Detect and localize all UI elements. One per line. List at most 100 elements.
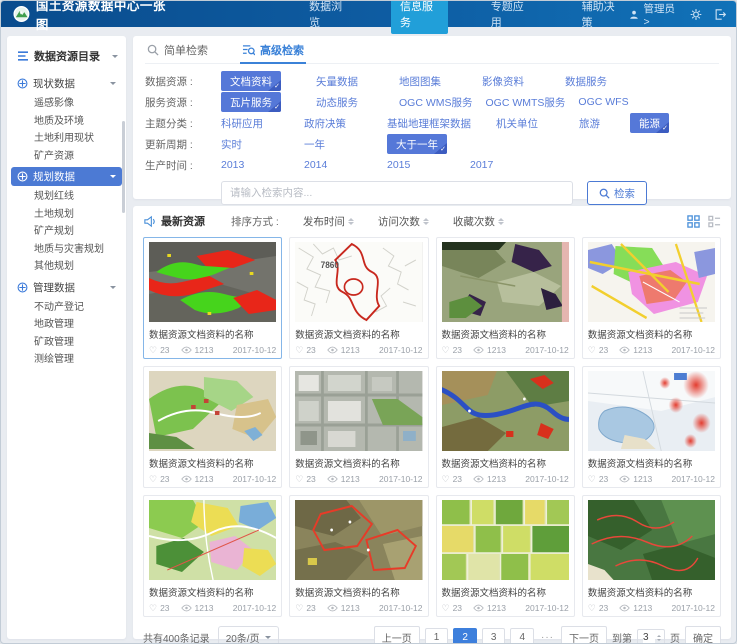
sidebar-item-geo-disaster-planning[interactable]: 地质与灾害规划 (7, 241, 126, 259)
results-footer: 共有400条记录 20条/页 上一页 1 2 3 4 ··· 下一页 到第 (133, 617, 731, 644)
filter-option[interactable]: 2014 (304, 159, 374, 171)
sidebar-item-real-estate-registration[interactable]: 不动产登记 (7, 299, 126, 317)
sidebar-item-other-planning[interactable]: 其他规划 (7, 258, 126, 276)
resource-card[interactable]: 数据资源文档资料的名称 ♡23 1213 2017-10-12 (436, 237, 575, 359)
sidebar-item-mineral-resources[interactable]: 矿产资源 (7, 148, 126, 166)
nav-item-data-browse[interactable]: 数据浏览 (300, 0, 357, 34)
resource-card[interactable]: 数据资源文档资料的名称 ♡23 1213 2017-10-12 (436, 495, 575, 617)
card-date: 2017-10-12 (672, 345, 715, 355)
sidebar-item-mining-administration[interactable]: 矿政管理 (7, 334, 126, 352)
filter-option[interactable]: 基础地理框架数据 (387, 116, 483, 131)
search-input[interactable] (221, 181, 573, 205)
next-page-button[interactable]: 下一页 (561, 626, 607, 644)
filter-row-service-type: 服务资源 : 瓦片服务✓ 动态服务 OGC WMS服务 OGC WMTS服务 O… (145, 92, 719, 112)
card-stats: ♡23 1213 2017-10-12 (442, 345, 569, 355)
sidebar-item-surveying-administration[interactable]: 测绘管理 (7, 351, 126, 369)
views-count: 1213 (633, 474, 652, 484)
grid-view-icon[interactable] (687, 215, 700, 228)
nav-item-decision-support[interactable]: 辅助决策 (573, 0, 630, 34)
page-size-select[interactable]: 20条/页 (218, 626, 279, 644)
tab-advanced-search[interactable]: 高级检索 (240, 36, 306, 63)
resource-card[interactable]: 数据资源文档资料的名称 ♡23 1213 2017-10-12 (436, 366, 575, 488)
card-date: 2017-10-12 (525, 603, 568, 613)
spinner-arrows-icon[interactable] (657, 635, 661, 641)
tab-simple-search[interactable]: 简单检索 (145, 36, 210, 63)
page-button-2[interactable]: 2 (453, 628, 477, 644)
likes-count: 23 (306, 345, 315, 355)
settings-gear-icon[interactable] (690, 8, 702, 21)
filter-option[interactable]: OGC WMS服务 (399, 95, 473, 110)
resource-card[interactable]: 数据资源文档资料的名称 ♡23 1213 2017-10-12 (582, 237, 721, 359)
category-icon (17, 282, 28, 293)
main: 简单检索 高级检索 数据资源 : 文档资料✓ 矢量数据 地图图集 (133, 36, 731, 639)
filter-option[interactable]: 科研应用 (221, 116, 291, 131)
resource-card[interactable]: 数据资源文档资料的名称 ♡23 1213 2017-10-12 (143, 366, 282, 488)
resource-card[interactable]: 数据资源文档资料的名称 ♡23 1213 2017-10-12 (582, 366, 721, 488)
filter-option-selected[interactable]: 大于一年✓ (387, 134, 447, 154)
nav-item-thematic-apps[interactable]: 专题应用 (482, 0, 539, 34)
confirm-button[interactable]: 确定 (685, 626, 721, 644)
filter-option-selected[interactable]: 文档资料✓ (221, 71, 281, 91)
card-stats: ♡23 1213 2017-10-12 (149, 603, 276, 613)
card-stats: ♡23 1213 2017-10-12 (442, 603, 569, 613)
likes-icon: ♡ (588, 475, 596, 484)
filter-option[interactable]: 一年 (304, 137, 374, 152)
sidebar-item-planning-redline[interactable]: 规划红线 (7, 188, 126, 206)
eye-icon (619, 475, 630, 483)
user-menu[interactable]: 管理员> (629, 1, 678, 28)
resource-card[interactable]: 7860 数据资源文档资料的名称 ♡23 1213 2017-10-12 (289, 237, 428, 359)
sidebar-scrollbar[interactable] (122, 121, 125, 213)
chevron-down-icon (110, 175, 116, 181)
logout-icon[interactable] (714, 8, 726, 21)
filter-option[interactable]: OGC WFS (578, 96, 648, 108)
sidebar-item-remote-sensing[interactable]: 遥感影像 (7, 95, 126, 113)
filter-option[interactable]: 影像资料 (482, 74, 552, 89)
sort-by-favorite-count[interactable]: 收藏次数 (453, 214, 504, 229)
results-grid: 数据资源文档资料的名称 ♡23 1213 2017-10-12 7860 数据资… (133, 234, 731, 617)
nav-item-info-service[interactable]: 信息服务 (391, 0, 448, 34)
filter-option[interactable]: 2017 (470, 159, 540, 171)
page-button-4[interactable]: 4 (510, 628, 534, 644)
filter-option[interactable]: 2013 (221, 159, 291, 171)
eye-icon (181, 475, 192, 483)
filter-option[interactable]: 2015 (387, 159, 457, 171)
page-button-3[interactable]: 3 (482, 628, 506, 644)
filter-option[interactable]: 动态服务 (316, 95, 386, 110)
sidebar-item-land-planning[interactable]: 土地规划 (7, 206, 126, 224)
filter-option-selected[interactable]: 能源✓ (630, 113, 669, 133)
sidebar-item-mineral-planning[interactable]: 矿产规划 (7, 223, 126, 241)
prev-page-button[interactable]: 上一页 (374, 626, 420, 644)
filter-option[interactable]: 矢量数据 (316, 74, 386, 89)
sidebar-group-current-data[interactable]: 现状数据 (11, 74, 122, 93)
resource-card[interactable]: 数据资源文档资料的名称 ♡23 1213 2017-10-12 (289, 495, 428, 617)
card-thumbnail (149, 371, 276, 451)
sort-by-visit-count[interactable]: 访问次数 (378, 214, 429, 229)
sidebar-item-geology-environment[interactable]: 地质及环境 (7, 113, 126, 131)
sort-by-publish-time[interactable]: 发布时间 (303, 214, 354, 229)
card-title: 数据资源文档资料的名称 (442, 456, 569, 470)
filter-option[interactable]: 实时 (221, 137, 291, 152)
sidebar-item-land-use-status[interactable]: 土地利用现状 (7, 130, 126, 148)
resource-card[interactable]: 数据资源文档资料的名称 ♡23 1213 2017-10-12 (582, 495, 721, 617)
filter-option[interactable]: 地图图集 (399, 74, 469, 89)
filter-option[interactable]: 机关单位 (496, 116, 566, 131)
page-button-1[interactable]: 1 (425, 628, 449, 644)
sidebar-group-planning-data[interactable]: 规划数据 (11, 167, 122, 186)
sort-label: 排序方式 : (231, 214, 279, 229)
filter-option[interactable]: OGC WMTS服务 (486, 95, 566, 110)
check-icon: ✓ (662, 124, 668, 133)
sidebar-group-management-data[interactable]: 管理数据 (11, 278, 122, 297)
filter-option[interactable]: 政府决策 (304, 116, 374, 131)
filter-option[interactable]: 旅游 (579, 116, 617, 131)
resource-card[interactable]: 数据资源文档资料的名称 ♡23 1213 2017-10-12 (289, 366, 428, 488)
goto-page-input[interactable] (643, 632, 655, 643)
filter-option-selected[interactable]: 瓦片服务✓ (221, 92, 281, 112)
resource-card[interactable]: 数据资源文档资料的名称 ♡23 1213 2017-10-12 (143, 237, 282, 359)
search-button[interactable]: 检索 (587, 181, 647, 205)
list-view-icon[interactable] (708, 215, 721, 228)
resource-card[interactable]: 数据资源文档资料的名称 ♡23 1213 2017-10-12 (143, 495, 282, 617)
total-records: 共有400条记录 (143, 630, 210, 644)
filter-option[interactable]: 数据服务 (565, 74, 635, 89)
sidebar-item-land-administration[interactable]: 地政管理 (7, 316, 126, 334)
sidebar-header[interactable]: 数据资源目录 (7, 46, 126, 72)
